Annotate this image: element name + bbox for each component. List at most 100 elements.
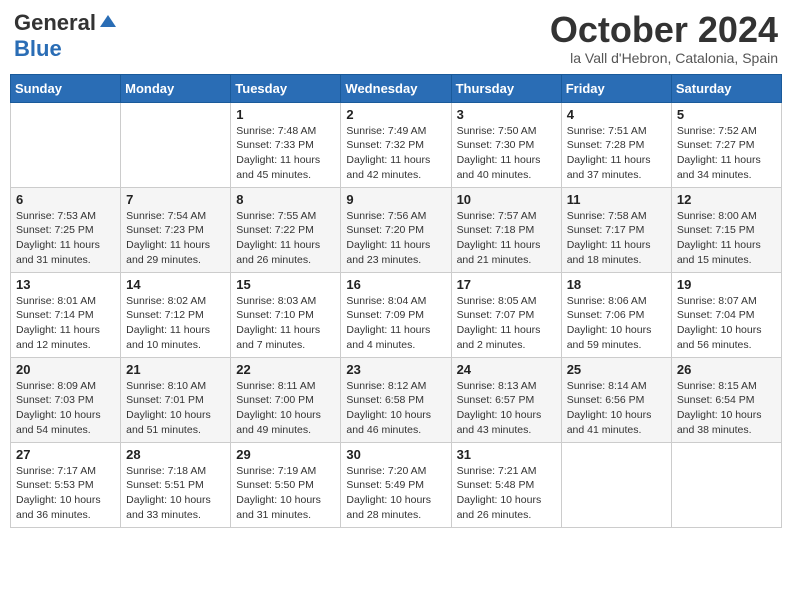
day-info: Sunrise: 7:48 AMSunset: 7:33 PMDaylight:…: [236, 124, 335, 183]
calendar-header: Sunday Monday Tuesday Wednesday Thursday…: [11, 74, 782, 102]
calendar-week-2: 6 Sunrise: 7:53 AMSunset: 7:25 PMDaylight…: [11, 187, 782, 272]
calendar-cell: 22 Sunrise: 8:11 AMSunset: 7:00 PMDayligh…: [231, 357, 341, 442]
location: la Vall d'Hebron, Catalonia, Spain: [550, 50, 778, 66]
day-number: 7: [126, 192, 225, 207]
logo: General Blue: [14, 10, 118, 62]
day-info: Sunrise: 8:05 AMSunset: 7:07 PMDaylight:…: [457, 294, 556, 353]
calendar-week-5: 27 Sunrise: 7:17 AMSunset: 5:53 PMDayligh…: [11, 442, 782, 527]
calendar-cell: 23Sunrise: 8:12 AMSunset: 6:58 PMDayligh…: [341, 357, 451, 442]
calendar-cell: 4 Sunrise: 7:51 AMSunset: 7:28 PMDaylight…: [561, 102, 671, 187]
day-info: Sunrise: 7:50 AMSunset: 7:30 PMDaylight:…: [457, 124, 556, 183]
col-sunday: Sunday: [11, 74, 121, 102]
day-number: 26: [677, 362, 776, 377]
day-info: Sunrise: 8:15 AMSunset: 6:54 PMDaylight:…: [677, 379, 776, 438]
calendar-cell: 12 Sunrise: 8:00 AMSunset: 7:15 PMDayligh…: [671, 187, 781, 272]
day-number: 3: [457, 107, 556, 122]
day-number: 11: [567, 192, 666, 207]
day-info: Sunrise: 8:02 AMSunset: 7:12 PMDaylight:…: [126, 294, 225, 353]
day-info: Sunrise: 7:49 AMSunset: 7:32 PMDaylight:…: [346, 124, 445, 183]
day-info: Sunrise: 8:09 AMSunset: 7:03 PMDaylight:…: [16, 379, 115, 438]
col-tuesday: Tuesday: [231, 74, 341, 102]
logo-icon: [98, 13, 118, 33]
day-info: Sunrise: 8:00 AMSunset: 7:15 PMDaylight:…: [677, 209, 776, 268]
month-title: October 2024: [550, 10, 778, 50]
day-number: 28: [126, 447, 225, 462]
calendar-cell: 24Sunrise: 8:13 AMSunset: 6:57 PMDayligh…: [451, 357, 561, 442]
calendar-cell: 3 Sunrise: 7:50 AMSunset: 7:30 PMDaylight…: [451, 102, 561, 187]
day-info: Sunrise: 8:14 AMSunset: 6:56 PMDaylight:…: [567, 379, 666, 438]
day-number: 24: [457, 362, 556, 377]
day-info: Sunrise: 8:07 AMSunset: 7:04 PMDaylight:…: [677, 294, 776, 353]
day-info: Sunrise: 7:53 AMSunset: 7:25 PMDaylight:…: [16, 209, 115, 268]
day-info: Sunrise: 8:11 AMSunset: 7:00 PMDaylight:…: [236, 379, 335, 438]
logo-blue: Blue: [14, 36, 62, 62]
day-number: 4: [567, 107, 666, 122]
col-saturday: Saturday: [671, 74, 781, 102]
calendar-cell: 20 Sunrise: 8:09 AMSunset: 7:03 PMDayligh…: [11, 357, 121, 442]
calendar-cell: 17Sunrise: 8:05 AMSunset: 7:07 PMDayligh…: [451, 272, 561, 357]
day-info: Sunrise: 7:54 AMSunset: 7:23 PMDaylight:…: [126, 209, 225, 268]
day-number: 20: [16, 362, 115, 377]
calendar-cell: 28 Sunrise: 7:18 AMSunset: 5:51 PMDayligh…: [121, 442, 231, 527]
calendar-cell: [11, 102, 121, 187]
calendar-cell: 7 Sunrise: 7:54 AMSunset: 7:23 PMDaylight…: [121, 187, 231, 272]
day-info: Sunrise: 7:51 AMSunset: 7:28 PMDaylight:…: [567, 124, 666, 183]
calendar-cell: 1 Sunrise: 7:48 AMSunset: 7:33 PMDaylight…: [231, 102, 341, 187]
day-number: 25: [567, 362, 666, 377]
calendar-cell: 14 Sunrise: 8:02 AMSunset: 7:12 PMDayligh…: [121, 272, 231, 357]
calendar-week-1: 1 Sunrise: 7:48 AMSunset: 7:33 PMDaylight…: [11, 102, 782, 187]
day-number: 27: [16, 447, 115, 462]
calendar-cell: 18Sunrise: 8:06 AMSunset: 7:06 PMDayligh…: [561, 272, 671, 357]
day-number: 6: [16, 192, 115, 207]
calendar-cell: 2 Sunrise: 7:49 AMSunset: 7:32 PMDaylight…: [341, 102, 451, 187]
day-number: 12: [677, 192, 776, 207]
logo-general: General: [14, 10, 118, 36]
day-info: Sunrise: 7:55 AMSunset: 7:22 PMDaylight:…: [236, 209, 335, 268]
calendar-week-4: 20 Sunrise: 8:09 AMSunset: 7:03 PMDayligh…: [11, 357, 782, 442]
day-number: 8: [236, 192, 335, 207]
day-info: Sunrise: 7:58 AMSunset: 7:17 PMDaylight:…: [567, 209, 666, 268]
calendar-table: Sunday Monday Tuesday Wednesday Thursday…: [10, 74, 782, 528]
calendar-week-3: 13Sunrise: 8:01 AMSunset: 7:14 PMDayligh…: [11, 272, 782, 357]
day-number: 14: [126, 277, 225, 292]
day-info: Sunrise: 7:17 AMSunset: 5:53 PMDaylight:…: [16, 464, 115, 523]
day-info: Sunrise: 7:56 AMSunset: 7:20 PMDaylight:…: [346, 209, 445, 268]
calendar-cell: 5Sunrise: 7:52 AMSunset: 7:27 PMDaylight…: [671, 102, 781, 187]
calendar-cell: 29Sunrise: 7:19 AMSunset: 5:50 PMDayligh…: [231, 442, 341, 527]
calendar-cell: 26 Sunrise: 8:15 AMSunset: 6:54 PMDayligh…: [671, 357, 781, 442]
col-wednesday: Wednesday: [341, 74, 451, 102]
day-number: 21: [126, 362, 225, 377]
calendar-cell: [121, 102, 231, 187]
header-row: Sunday Monday Tuesday Wednesday Thursday…: [11, 74, 782, 102]
day-number: 10: [457, 192, 556, 207]
calendar-cell: 16Sunrise: 8:04 AMSunset: 7:09 PMDayligh…: [341, 272, 451, 357]
calendar-cell: 11 Sunrise: 7:58 AMSunset: 7:17 PMDayligh…: [561, 187, 671, 272]
day-number: 5: [677, 107, 776, 122]
day-info: Sunrise: 7:18 AMSunset: 5:51 PMDaylight:…: [126, 464, 225, 523]
calendar-cell: 9 Sunrise: 7:56 AMSunset: 7:20 PMDaylight…: [341, 187, 451, 272]
day-number: 13: [16, 277, 115, 292]
day-number: 1: [236, 107, 335, 122]
calendar-cell: 10 Sunrise: 7:57 AMSunset: 7:18 PMDayligh…: [451, 187, 561, 272]
day-number: 9: [346, 192, 445, 207]
day-info: Sunrise: 8:12 AMSunset: 6:58 PMDaylight:…: [346, 379, 445, 438]
col-thursday: Thursday: [451, 74, 561, 102]
calendar-cell: 21 Sunrise: 8:10 AMSunset: 7:01 PMDayligh…: [121, 357, 231, 442]
day-number: 15: [236, 277, 335, 292]
day-info: Sunrise: 8:10 AMSunset: 7:01 PMDaylight:…: [126, 379, 225, 438]
calendar-cell: 19Sunrise: 8:07 AMSunset: 7:04 PMDayligh…: [671, 272, 781, 357]
calendar-cell: [561, 442, 671, 527]
page-header: General Blue October 2024 la Vall d'Hebr…: [10, 10, 782, 66]
day-info: Sunrise: 8:03 AMSunset: 7:10 PMDaylight:…: [236, 294, 335, 353]
calendar-cell: 13Sunrise: 8:01 AMSunset: 7:14 PMDayligh…: [11, 272, 121, 357]
calendar-cell: 15 Sunrise: 8:03 AMSunset: 7:10 PMDayligh…: [231, 272, 341, 357]
calendar-body: 1 Sunrise: 7:48 AMSunset: 7:33 PMDaylight…: [11, 102, 782, 527]
day-number: 31: [457, 447, 556, 462]
calendar-cell: 6 Sunrise: 7:53 AMSunset: 7:25 PMDaylight…: [11, 187, 121, 272]
col-friday: Friday: [561, 74, 671, 102]
calendar-cell: 27 Sunrise: 7:17 AMSunset: 5:53 PMDayligh…: [11, 442, 121, 527]
calendar-cell: 30Sunrise: 7:20 AMSunset: 5:49 PMDayligh…: [341, 442, 451, 527]
day-number: 22: [236, 362, 335, 377]
day-info: Sunrise: 7:57 AMSunset: 7:18 PMDaylight:…: [457, 209, 556, 268]
day-number: 2: [346, 107, 445, 122]
